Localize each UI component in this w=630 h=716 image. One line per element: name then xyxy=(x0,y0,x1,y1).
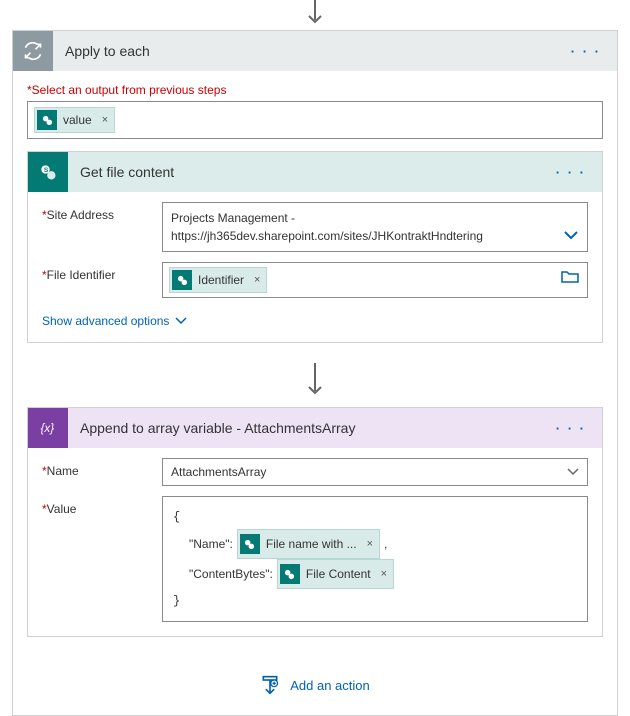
get-file-content-menu[interactable]: · · · xyxy=(552,165,590,180)
token-remove[interactable]: × xyxy=(254,272,260,289)
variable-icon: {x} xyxy=(28,408,68,448)
svg-text:{x}: {x} xyxy=(41,422,55,435)
token-value[interactable]: value × xyxy=(34,107,115,133)
show-advanced-options[interactable]: Show advanced options xyxy=(28,298,201,342)
sharepoint-icon xyxy=(280,564,300,584)
append-array-menu[interactable]: · · · xyxy=(552,421,590,436)
token-filename[interactable]: File name with ... × xyxy=(237,529,380,559)
site-address-input[interactable]: Projects Management - https://jh365dev.s… xyxy=(162,202,588,252)
apply-to-each-menu[interactable]: · · · xyxy=(567,44,605,59)
name-select[interactable]: AttachmentsArray xyxy=(162,458,588,486)
file-identifier-label: *File Identifier xyxy=(42,262,162,298)
connector-arrow-mid xyxy=(13,357,617,407)
apply-to-each-title: Apply to each xyxy=(53,43,567,59)
get-file-content-header[interactable]: S Get file content · · · xyxy=(28,152,602,192)
loop-icon xyxy=(13,31,53,71)
chevron-down-icon xyxy=(567,465,579,479)
add-action-button[interactable]: Add an action xyxy=(13,651,617,715)
append-array-header[interactable]: {x} Append to array variable - Attachmen… xyxy=(28,408,602,448)
value-input[interactable]: { "Name": File name with ... × , "Conten xyxy=(162,496,588,622)
get-file-content-card: S Get file content · · · *Site Address P… xyxy=(27,151,603,343)
sharepoint-icon xyxy=(172,270,192,290)
file-identifier-input[interactable]: Identifier × xyxy=(162,262,588,298)
site-address-label: *Site Address xyxy=(42,202,162,252)
folder-icon[interactable] xyxy=(561,269,579,288)
token-remove[interactable]: × xyxy=(102,114,108,126)
chevron-down-icon xyxy=(175,314,187,328)
value-label: *Value xyxy=(42,496,162,622)
svg-text:S: S xyxy=(44,167,49,174)
sharepoint-icon xyxy=(37,110,57,130)
sharepoint-action-icon: S xyxy=(28,152,68,192)
sharepoint-icon xyxy=(240,534,260,554)
add-action-icon xyxy=(260,675,280,695)
token-filecontent[interactable]: File Content × xyxy=(277,559,394,589)
chevron-down-icon[interactable] xyxy=(563,227,579,245)
token-identifier[interactable]: Identifier × xyxy=(169,267,267,293)
apply-to-each-card: Apply to each · · · *Select an output fr… xyxy=(12,30,618,716)
get-file-content-title: Get file content xyxy=(68,164,552,180)
append-array-title: Append to array variable - AttachmentsAr… xyxy=(68,420,552,436)
name-label: *Name xyxy=(42,458,162,486)
append-array-card: {x} Append to array variable - Attachmen… xyxy=(27,407,603,637)
apply-to-each-header[interactable]: Apply to each · · · xyxy=(13,31,617,71)
token-remove[interactable]: × xyxy=(381,563,387,585)
connector-arrow-top xyxy=(12,0,618,28)
select-output-label: *Select an output from previous steps xyxy=(27,83,603,97)
select-output-input[interactable]: value × xyxy=(27,101,603,139)
token-remove[interactable]: × xyxy=(367,533,373,555)
